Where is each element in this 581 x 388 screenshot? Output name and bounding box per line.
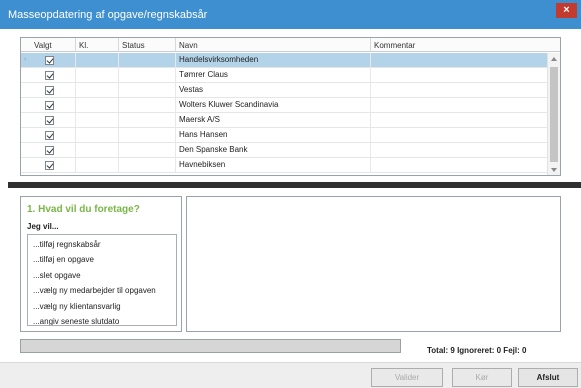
- cell-divider: [118, 128, 119, 143]
- cell-divider: [118, 68, 119, 83]
- window-title: Masseopdatering af opgave/regnskabsår: [8, 9, 208, 21]
- detail-panel: [186, 196, 561, 332]
- cell-divider: [75, 83, 76, 98]
- cell-divider: [75, 98, 76, 113]
- progress-bar: [20, 339, 401, 353]
- action-item-choose-employee[interactable]: ...vælg ny medarbejder til opgaven: [33, 286, 156, 295]
- cell-divider: [370, 68, 371, 83]
- cell-divider: [370, 83, 371, 98]
- action-list[interactable]: ...tilføj regnskabsår ...tilføj en opgav…: [27, 234, 177, 326]
- row-indicator-icon: ›: [24, 56, 27, 63]
- cell-divider: [118, 158, 119, 173]
- row-checkbox[interactable]: [45, 131, 54, 140]
- row-checkbox[interactable]: [45, 71, 54, 80]
- column-divider: [175, 38, 176, 52]
- cell-divider: [75, 128, 76, 143]
- cell-divider: [175, 158, 176, 173]
- cell-divider: [118, 98, 119, 113]
- column-divider: [75, 38, 76, 52]
- column-header-status[interactable]: Status: [122, 41, 145, 50]
- cell-divider: [370, 98, 371, 113]
- client-grid[interactable]: Valgt Kl. Status Navn Kommentar › Handel…: [20, 37, 561, 176]
- cell-divider: [175, 128, 176, 143]
- cell-divider: [370, 113, 371, 128]
- cell-divider: [370, 128, 371, 143]
- close-icon[interactable]: ×: [556, 3, 577, 18]
- cell-navn: Vestas: [179, 85, 204, 94]
- table-row[interactable]: Hans Hansen: [21, 128, 548, 143]
- table-row[interactable]: Vestas: [21, 83, 548, 98]
- cell-divider: [118, 143, 119, 158]
- cell-divider: [175, 113, 176, 128]
- cell-divider: [75, 158, 76, 173]
- column-divider: [118, 38, 119, 52]
- scroll-up-icon[interactable]: [551, 57, 557, 61]
- cell-divider: [175, 83, 176, 98]
- action-item-choose-client-manager[interactable]: ...vælg ny klientansvarlig: [33, 302, 121, 311]
- column-header-kommentar[interactable]: Kommentar: [374, 41, 415, 50]
- action-item-add-fiscal-year[interactable]: ...tilføj regnskabsår: [33, 240, 101, 249]
- table-row[interactable]: Tømrer Claus: [21, 68, 548, 83]
- cell-divider: [175, 98, 176, 113]
- row-checkbox[interactable]: [45, 116, 54, 125]
- grid-body: › Handelsvirksomheden Tømrer Claus Vesta…: [21, 53, 548, 175]
- cell-divider: [75, 68, 76, 83]
- cell-navn: Maersk A/S: [179, 115, 220, 124]
- table-row[interactable]: Den Spanske Bank: [21, 143, 548, 158]
- cell-navn: Havnebiksen: [179, 160, 226, 169]
- button-bar: Valider Kør Afslut: [0, 362, 581, 388]
- cell-navn: Tømrer Claus: [179, 70, 228, 79]
- row-checkbox[interactable]: [45, 56, 54, 65]
- action-item-set-end-date[interactable]: ...angiv seneste slutdato: [33, 317, 119, 325]
- grid-scrollbar[interactable]: [547, 53, 560, 175]
- table-row[interactable]: › Handelsvirksomheden: [21, 53, 548, 68]
- action-item-add-task[interactable]: ...tilføj en opgave: [33, 255, 94, 264]
- action-item-delete-task[interactable]: ...slet opgave: [33, 271, 81, 280]
- column-header-valgt[interactable]: Valgt: [34, 41, 52, 50]
- run-button[interactable]: Kør: [452, 368, 512, 387]
- action-panel-title: 1. Hvad vil du foretage?: [27, 204, 140, 215]
- scroll-down-icon[interactable]: [551, 168, 557, 172]
- cell-divider: [370, 53, 371, 68]
- cell-divider: [175, 68, 176, 83]
- row-checkbox[interactable]: [45, 101, 54, 110]
- table-row[interactable]: Maersk A/S: [21, 113, 548, 128]
- cell-navn: Handelsvirksomheden: [179, 55, 259, 64]
- action-panel: 1. Hvad vil du foretage? Jeg vil... ...t…: [20, 196, 182, 332]
- cell-divider: [118, 53, 119, 68]
- validate-button[interactable]: Valider: [371, 368, 443, 387]
- cell-divider: [118, 83, 119, 98]
- cell-navn: Den Spanske Bank: [179, 145, 248, 154]
- cell-divider: [370, 158, 371, 173]
- cell-divider: [75, 113, 76, 128]
- close-button[interactable]: Afslut: [518, 368, 578, 387]
- cell-divider: [175, 143, 176, 158]
- grid-header: Valgt Kl. Status Navn Kommentar: [21, 38, 560, 52]
- table-row[interactable]: Wolters Kluwer Scandinavia: [21, 98, 548, 113]
- row-checkbox[interactable]: [45, 161, 54, 170]
- panel-splitter[interactable]: [8, 182, 581, 188]
- totals-summary: Total: 9 Ignoreret: 0 Fejl: 0: [427, 346, 527, 355]
- cell-divider: [370, 143, 371, 158]
- title-bar: Masseopdatering af opgave/regnskabsår ×: [0, 0, 581, 29]
- column-header-navn[interactable]: Navn: [179, 41, 198, 50]
- table-row[interactable]: Havnebiksen: [21, 158, 548, 173]
- cell-divider: [75, 143, 76, 158]
- cell-divider: [118, 113, 119, 128]
- row-checkbox[interactable]: [45, 146, 54, 155]
- scroll-thumb[interactable]: [550, 67, 558, 162]
- cell-navn: Wolters Kluwer Scandinavia: [179, 100, 279, 109]
- cell-divider: [75, 53, 76, 68]
- action-panel-subtitle: Jeg vil...: [27, 222, 59, 231]
- cell-divider: [175, 53, 176, 68]
- cell-navn: Hans Hansen: [179, 130, 228, 139]
- column-divider: [370, 38, 371, 52]
- column-header-kl[interactable]: Kl.: [79, 41, 88, 50]
- row-checkbox[interactable]: [45, 86, 54, 95]
